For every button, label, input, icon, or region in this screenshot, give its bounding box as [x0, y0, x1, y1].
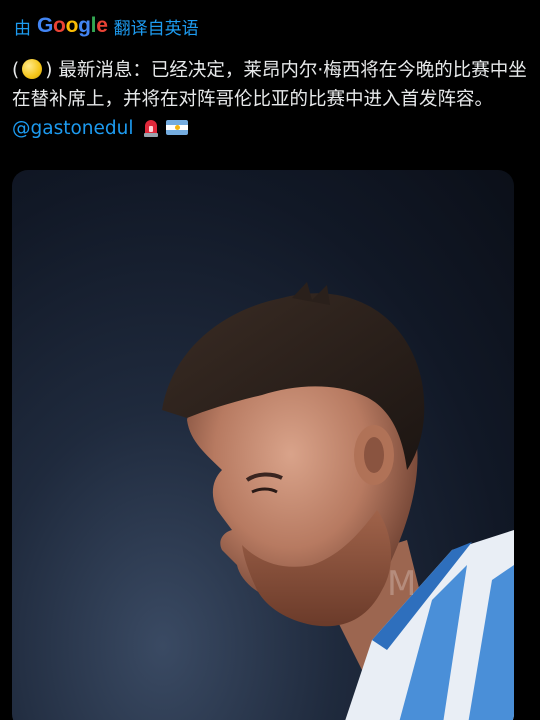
siren-icon	[143, 120, 158, 137]
paren-close: )	[45, 60, 53, 81]
yellow-circle-icon	[22, 59, 43, 79]
translation-label: 翻译自英语	[113, 18, 199, 39]
player-photo-illustration: M	[162, 282, 514, 720]
google-logo: Google	[37, 14, 108, 37]
tweet-photo[interactable]: M	[12, 170, 514, 720]
mention-link[interactable]: @gastonedul	[12, 118, 134, 139]
tweet-body: 最新消息：已经决定，莱昂内尔·梅西将在今晚的比赛中坐在替补席上，并将在对阵哥伦比…	[12, 60, 527, 110]
argentina-flag-icon	[165, 120, 188, 135]
translation-bar[interactable]: 由 Google 翻译自英语	[14, 12, 199, 40]
paren-open: (	[12, 60, 20, 81]
tweet-text: () 最新消息：已经决定，莱昂内尔·梅西将在今晚的比赛中坐在替补席上，并将在对阵…	[12, 56, 527, 143]
translation-prefix: 由	[14, 18, 31, 39]
photo-watermark: M	[387, 564, 416, 604]
